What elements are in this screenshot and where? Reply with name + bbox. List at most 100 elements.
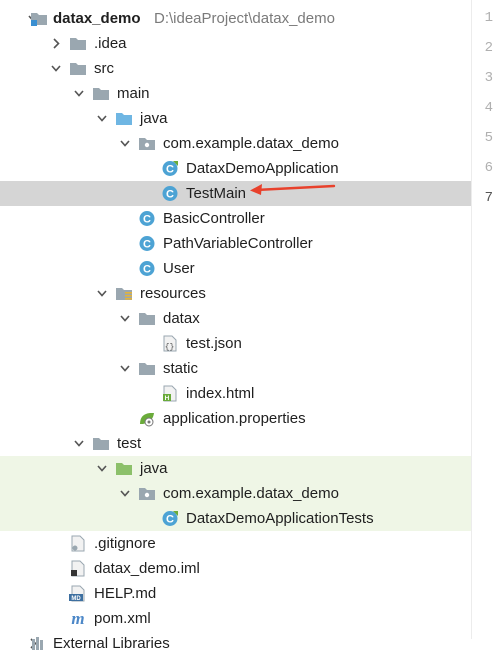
tree-item-label: index.html — [186, 385, 255, 402]
tree-row[interactable]: datax_demo D:\ideaProject\datax_demo — [0, 6, 472, 31]
tree-item-label: DataxDemoApplicationTests — [186, 510, 374, 527]
folder-icon — [92, 435, 110, 452]
line-number: 2 — [484, 40, 493, 56]
tree-row[interactable]: Hindex.html — [0, 381, 472, 406]
project-path: D:\ideaProject\datax_demo — [154, 10, 335, 27]
tree-row[interactable]: com.example.datax_demo — [0, 481, 472, 506]
folder-icon — [69, 35, 87, 52]
expand-chevron-down-icon[interactable] — [118, 356, 132, 381]
svg-text:C: C — [143, 214, 151, 226]
tree-item-label: java — [140, 110, 168, 127]
tree-row[interactable]: .idea — [0, 31, 472, 56]
tree-item-label: PathVariableController — [163, 235, 313, 252]
tree-row[interactable]: C BasicController — [0, 206, 472, 231]
line-number: 6 — [484, 160, 493, 176]
tree-item-label: datax — [163, 310, 200, 327]
tree-item-label: .gitignore — [94, 535, 156, 552]
expand-chevron-down-icon[interactable] — [95, 106, 109, 131]
svg-text:C: C — [143, 264, 151, 276]
tree-row[interactable]: com.example.datax_demo — [0, 131, 472, 156]
tree-row[interactable]: datax_demo.iml — [0, 556, 472, 581]
expand-chevron-down-icon[interactable] — [95, 456, 109, 481]
source-folder-icon — [115, 110, 133, 127]
svg-text:C: C — [166, 514, 174, 526]
tree-row[interactable]: resources — [0, 281, 472, 306]
expand-chevron-right-icon[interactable] — [49, 31, 63, 56]
markdown-file-icon: MD — [69, 585, 87, 602]
expand-chevron-down-icon[interactable] — [49, 56, 63, 81]
line-number: 1 — [484, 10, 493, 26]
tree-item-label: pom.xml — [94, 610, 151, 627]
tree-item-label: .idea — [94, 35, 127, 52]
class-icon: C — [138, 210, 156, 227]
tree-row[interactable]: External Libraries — [0, 631, 472, 656]
package-icon — [138, 135, 156, 152]
json-file-icon: {} — [161, 335, 179, 352]
properties-file-icon — [138, 410, 156, 427]
tree-row[interactable]: src — [0, 56, 472, 81]
tree-item-label: static — [163, 360, 199, 377]
tree-row[interactable]: main — [0, 81, 472, 106]
tree-item-label: External Libraries — [53, 635, 170, 652]
expand-chevron-down-icon[interactable] — [95, 281, 109, 306]
spring-class-icon: C — [161, 510, 179, 527]
svg-text:C: C — [143, 239, 151, 251]
folder-icon — [138, 360, 156, 377]
tree-row[interactable]: application.properties — [0, 406, 472, 431]
expand-chevron-down-icon[interactable] — [72, 81, 86, 106]
tree-item-label: User — [163, 260, 195, 277]
tree-row[interactable]: datax — [0, 306, 472, 331]
tree-row[interactable]: m pom.xml — [0, 606, 472, 631]
tree-row[interactable]: C DataxDemoApplication — [0, 156, 472, 181]
tree-item-label: com.example.datax_demo — [163, 135, 339, 152]
spring-class-icon: C — [161, 160, 179, 177]
tree-item-label: java — [140, 460, 168, 477]
line-number-gutter: 1 2 3 4 5 6 7 — [471, 0, 501, 639]
svg-text:H: H — [165, 395, 170, 402]
expand-chevron-down-icon[interactable] — [118, 306, 132, 331]
class-icon: C — [138, 235, 156, 252]
tree-item-label: datax_demo — [53, 10, 141, 27]
expand-chevron-down-icon[interactable] — [72, 431, 86, 456]
tree-item-label: datax_demo.iml — [94, 560, 200, 577]
tree-row[interactable]: C PathVariableController — [0, 231, 472, 256]
svg-text:MD: MD — [71, 596, 81, 602]
tree-item-label: test — [117, 435, 142, 452]
tree-item-label: application.properties — [163, 410, 306, 427]
tree-row[interactable]: {} test.json — [0, 331, 472, 356]
tree-item-label: com.example.datax_demo — [163, 485, 339, 502]
tree-row[interactable]: .gitignore — [0, 531, 472, 556]
package-icon — [138, 485, 156, 502]
project-tree: datax_demo D:\ideaProject\datax_demo .idea… — [0, 6, 472, 656]
tree-row[interactable]: java — [0, 106, 472, 131]
class-icon: C — [138, 260, 156, 277]
folder-icon — [92, 85, 110, 102]
tree-row[interactable]: C DataxDemoApplicationTests — [0, 506, 472, 531]
tree-item-label: test.json — [186, 335, 242, 352]
tree-row[interactable]: java — [0, 456, 472, 481]
annotation-arrow — [250, 184, 336, 195]
svg-text:C: C — [166, 164, 174, 176]
library-icon — [30, 635, 48, 652]
tree-row[interactable]: static — [0, 356, 472, 381]
gitignore-file-icon — [69, 535, 87, 552]
tree-item-label: DataxDemoApplication — [186, 160, 339, 177]
class-icon: C — [161, 185, 179, 202]
expand-chevron-down-icon[interactable] — [118, 481, 132, 506]
iml-file-icon — [69, 560, 87, 577]
tree-item-label: main — [117, 85, 150, 102]
line-number: 7 — [484, 190, 493, 206]
html-file-icon: H — [161, 385, 179, 402]
resources-folder-icon — [115, 285, 133, 302]
tree-row[interactable]: C TestMain — [0, 181, 472, 206]
line-number: 5 — [484, 130, 493, 146]
maven-file-icon: m — [69, 609, 87, 628]
expand-chevron-down-icon[interactable] — [118, 131, 132, 156]
tree-row[interactable]: MD HELP.md — [0, 581, 472, 606]
tree-row[interactable]: C User — [0, 256, 472, 281]
svg-text:C: C — [166, 189, 174, 201]
folder-icon — [69, 60, 87, 77]
line-number: 3 — [484, 70, 493, 86]
tree-row[interactable]: test — [0, 431, 472, 456]
folder-icon — [138, 310, 156, 327]
